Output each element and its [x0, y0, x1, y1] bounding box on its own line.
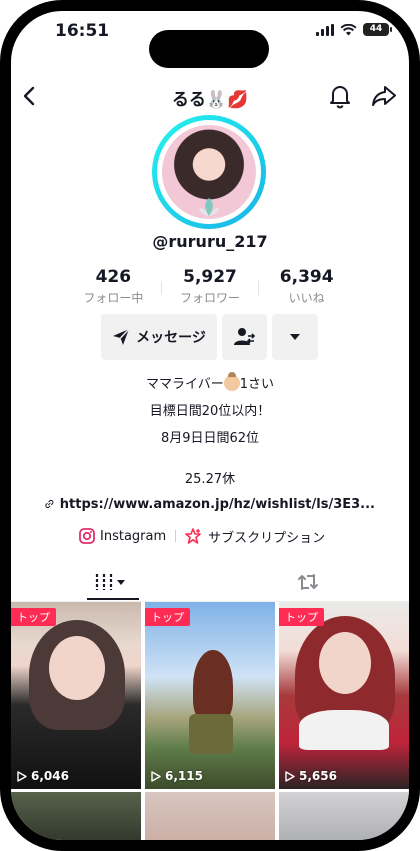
profile-actions: メッセージ	[101, 314, 318, 360]
repost-icon	[298, 574, 318, 590]
share-arrow-icon[interactable]	[370, 83, 398, 109]
send-icon	[113, 328, 130, 345]
status-time: 16:51	[55, 21, 110, 41]
stat-value: 6,394	[279, 267, 334, 287]
thumb-face	[49, 636, 105, 700]
instagram-label: Instagram	[100, 528, 167, 544]
subscription-label: サブスクリプション	[208, 530, 326, 546]
subscription-star-icon	[185, 528, 201, 544]
play-icon	[285, 770, 295, 782]
bio-line-2: 目標日間20位以内！	[149, 404, 271, 419]
thumb-skirt	[189, 714, 233, 754]
video-thumbnail[interactable]	[145, 792, 275, 840]
stat-label: いいね	[288, 291, 325, 305]
stat-divider	[161, 281, 162, 295]
view-count-text: 5,656	[299, 769, 337, 783]
social-separator	[175, 530, 177, 542]
bio-line-3: 8月9日日間62位	[160, 431, 260, 446]
stat-value: 426	[95, 267, 132, 287]
bio-text: 1さい	[239, 377, 275, 392]
bio-line-1: ママライバー 1さい	[11, 371, 409, 398]
thumb-face	[319, 632, 371, 694]
pinned-badge: トップ	[145, 608, 190, 626]
link-text: https://www.amazon.jp/hz/wishlist/ls/3E3…	[59, 496, 375, 512]
thumb-figure	[193, 650, 233, 722]
bio-text: ママライバー	[145, 377, 224, 392]
tab-videos[interactable]	[89, 563, 133, 601]
stat-following[interactable]: 426 フォロー中	[65, 267, 162, 311]
bell-icon[interactable]	[327, 83, 353, 109]
user-swap-icon	[233, 328, 255, 345]
view-count: 5,656	[285, 769, 337, 783]
video-grid: トップ 6,046 トップ 6,115 トップ 5,656	[11, 602, 409, 840]
play-icon	[17, 770, 27, 782]
caret-down-icon	[290, 334, 300, 340]
grid-bars-icon	[95, 574, 125, 590]
social-links: Instagram サブスクリプション	[79, 525, 325, 547]
stat-label: フォロー中	[83, 291, 144, 305]
signal-icon	[316, 23, 334, 36]
link-icon	[45, 499, 54, 509]
instagram-link[interactable]: Instagram	[79, 528, 166, 544]
top-nav: るる🐰💋	[11, 73, 409, 119]
thumb-collar	[299, 710, 389, 750]
profile-screen: 16:51 44 るる🐰💋 @rururu_217 426 フォロー中 5,92…	[11, 11, 409, 840]
dynamic-island	[149, 30, 269, 68]
message-button[interactable]: メッセージ	[101, 314, 217, 360]
profile-stats: 426 フォロー中 5,927 フォロワー 6,394 いいね	[65, 267, 355, 311]
username: @rururu_217	[152, 232, 268, 251]
phone-frame: 16:51 44 るる🐰💋 @rururu_217 426 フォロー中 5,92…	[0, 0, 420, 851]
message-label: メッセージ	[136, 330, 206, 346]
instagram-icon	[79, 528, 95, 544]
play-icon	[151, 770, 161, 782]
video-thumbnail[interactable]: トップ 6,046	[11, 602, 141, 789]
view-count: 6,115	[151, 769, 203, 783]
video-thumbnail[interactable]: トップ 6,115	[145, 602, 275, 789]
wifi-icon	[340, 23, 357, 35]
stat-value: 5,927	[183, 267, 237, 287]
stat-label: フォロワー	[180, 291, 241, 305]
pinned-badge: トップ	[279, 608, 324, 626]
stat-divider	[258, 281, 259, 295]
stat-followers[interactable]: 5,927 フォロワー	[162, 267, 259, 311]
video-thumbnail[interactable]	[279, 792, 409, 840]
pinned-badge: トップ	[11, 608, 56, 626]
content-tabs	[11, 563, 409, 602]
video-thumbnail[interactable]: トップ 5,656	[279, 602, 409, 789]
live-badge-icon	[199, 198, 219, 216]
video-thumbnail[interactable]	[11, 792, 141, 840]
view-count: 6,046	[17, 769, 69, 783]
baby-emoji-icon	[223, 372, 240, 391]
view-count-text: 6,115	[165, 769, 203, 783]
avatar-border	[157, 120, 261, 224]
view-count-text: 6,046	[31, 769, 69, 783]
status-bar: 16:51 44	[11, 11, 409, 68]
bio-count: 25.27休	[184, 472, 236, 487]
tab-reposts[interactable]	[291, 563, 325, 601]
subscription-link[interactable]: サブスクリプション	[185, 527, 325, 546]
friends-button[interactable]	[222, 314, 267, 360]
stat-likes[interactable]: 6,394 いいね	[258, 267, 355, 311]
avatar[interactable]	[152, 115, 266, 229]
wishlist-link[interactable]: https://www.amazon.jp/hz/wishlist/ls/3E3…	[45, 493, 375, 515]
status-icons: 44	[316, 23, 392, 36]
more-dropdown-button[interactable]	[272, 314, 318, 360]
bio: ママライバー 1さい 目標日間20位以内！ 8月9日日間62位	[11, 371, 409, 452]
battery-icon: 44	[363, 23, 392, 36]
active-tab-indicator	[87, 598, 139, 600]
